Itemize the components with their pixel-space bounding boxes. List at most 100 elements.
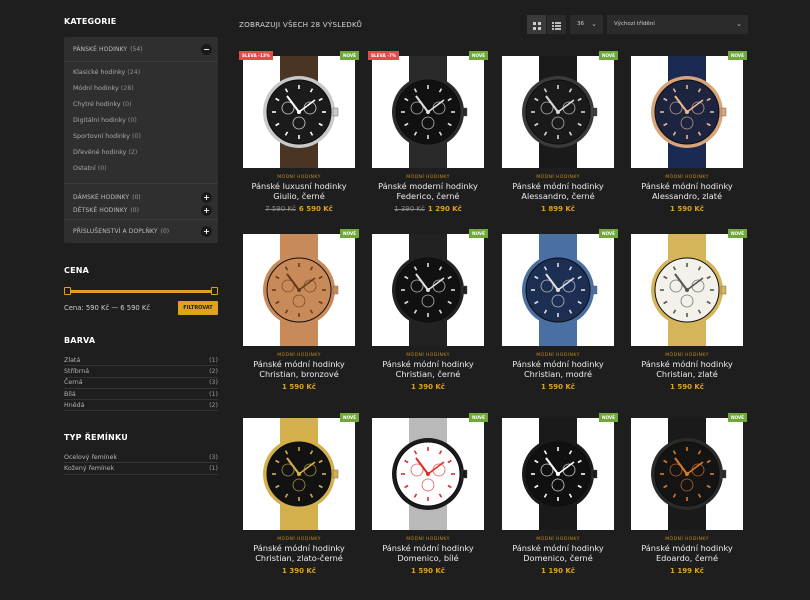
product-name[interactable]: Pánské módní hodinky Alessandro, černé (498, 181, 618, 201)
product-image[interactable] (372, 56, 484, 168)
product-name[interactable]: Pánské módní hodinky Alessandro, zlaté (627, 181, 747, 201)
current-price: 1 590 Kč (541, 383, 575, 391)
color-filter-list: Zlatá (1) Stříbrná (2) Černá (3) Bílá (1) Hn… (64, 355, 218, 412)
strap-filter-list: Ocelový řemínek (3) Kožený řemínek (1) (64, 452, 218, 475)
product-name[interactable]: Pánské módní hodinky Edoardo, černé (627, 543, 747, 563)
product-image[interactable] (372, 418, 484, 530)
product-image[interactable] (243, 234, 355, 346)
product-category[interactable]: MÓDNÍ HODINKY (372, 175, 484, 180)
color-filter-black[interactable]: Černá (3) (64, 378, 218, 389)
filter-count: (3) (209, 453, 218, 461)
subcategory-wood[interactable]: Dřevěné hodinky (2) (73, 149, 137, 156)
grid-view-button[interactable] (527, 15, 546, 34)
price-slider-min-handle[interactable] (64, 287, 71, 295)
filter-button[interactable]: FILTROVAT (178, 301, 218, 315)
product-category[interactable]: MÓDNÍ HODINKY (243, 537, 355, 542)
watch-illustration (392, 56, 468, 168)
subcategory-label: Klasické hodinky (73, 69, 126, 76)
color-title: BARVA (64, 336, 96, 345)
product-card[interactable]: SLEVA -7% NOVÉ MÓDNÍ HODINKY Pánské moderní… (368, 51, 488, 221)
product-name[interactable]: Pánské módní hodinky Christian, zlaté (627, 359, 747, 379)
product-image[interactable] (631, 234, 743, 346)
product-card[interactable]: NOVÉ MÓDNÍ HODINKY Pánské módní hodinky Ch… (368, 229, 488, 399)
subcategory-classic[interactable]: Klasické hodinky (24) (73, 69, 140, 76)
product-image[interactable] (372, 234, 484, 346)
product-card[interactable]: NOVÉ MÓDNÍ HODINKY Pánské módní hodinky Ch… (498, 229, 618, 399)
strap-filter-leather[interactable]: Kožený řemínek (1) (64, 463, 218, 475)
product-category[interactable]: MÓDNÍ HODINKY (502, 353, 614, 358)
expand-icon[interactable]: + (201, 204, 212, 216)
product-name[interactable]: Pánské módní hodinky Christian, modré (498, 359, 618, 379)
product-image[interactable] (243, 56, 355, 168)
expand-icon[interactable]: + (201, 225, 212, 237)
color-filter-brown[interactable]: Hnědá (2) (64, 400, 218, 412)
product-card[interactable]: NOVÉ MÓDNÍ HODINKY Pánské módní hodinky Ed… (627, 413, 747, 583)
sort-select[interactable]: Výchozí třídění ⌄ (607, 15, 748, 34)
subcategory-count: (0) (131, 133, 141, 140)
color-filter-gold[interactable]: Zlatá (1) (64, 355, 218, 367)
product-card[interactable]: NOVÉ MÓDNÍ HODINKY Pánské módní hodinky Do… (498, 413, 618, 583)
product-name[interactable]: Pánské módní hodinky Domenico, bílé (368, 543, 488, 563)
category-women-watches[interactable]: DÁMSKÉ HODINKY (0) + (73, 191, 212, 203)
product-image[interactable] (631, 418, 743, 530)
subcategory-other[interactable]: Ostatní (0) (73, 165, 107, 172)
product-image[interactable] (502, 418, 614, 530)
category-men-watches[interactable]: PÁNSKÉ HODINKY (54) − (73, 43, 212, 55)
category-kids-watches[interactable]: DĚTSKÉ HODINKY (0) + (73, 204, 212, 216)
filter-label: Hnědá (64, 401, 85, 409)
product-card[interactable]: SLEVA -13% NOVÉ MÓDNÍ HODINKY Pánské luxusn… (239, 51, 359, 221)
product-category[interactable]: MÓDNÍ HODINKY (372, 353, 484, 358)
filter-label: Zlatá (64, 356, 81, 364)
product-category[interactable]: MÓDNÍ HODINKY (631, 537, 743, 542)
subcategory-label: Sportovní hodinky (73, 133, 130, 140)
product-image[interactable] (243, 418, 355, 530)
product-category[interactable]: MÓDNÍ HODINKY (243, 175, 355, 180)
product-name[interactable]: Pánské módní hodinky Domenico, černé (498, 543, 618, 563)
product-name[interactable]: Pánské módní hodinky Christian, bronzové (239, 359, 359, 379)
current-price: 1 899 Kč (541, 205, 575, 213)
subcategory-smart[interactable]: Chytré hodinky (0) (73, 101, 132, 108)
product-name[interactable]: Pánské módní hodinky Christian, černé (368, 359, 488, 379)
watch-illustration (651, 234, 727, 346)
product-image[interactable] (631, 56, 743, 168)
subcategory-fashion[interactable]: Módní hodinky (28) (73, 85, 134, 92)
expand-icon[interactable]: + (201, 191, 212, 203)
subcategory-digital[interactable]: Digitální hodinky (0) (73, 117, 137, 124)
product-card[interactable]: NOVÉ MÓDNÍ HODINKY Pánské módní hodinky Do… (368, 413, 488, 583)
color-filter-white[interactable]: Bílá (1) (64, 389, 218, 401)
list-view-button[interactable] (547, 15, 566, 34)
current-price: 1 290 Kč (427, 205, 462, 213)
product-category[interactable]: MÓDNÍ HODINKY (631, 175, 743, 180)
price-slider-track[interactable] (66, 290, 216, 293)
chevron-down-icon: ⌄ (736, 20, 742, 28)
product-card[interactable]: NOVÉ MÓDNÍ HODINKY Pánské módní hodinky Al… (498, 51, 618, 221)
product-name[interactable]: Pánské luxusní hodinky Giulio, černé (239, 181, 359, 201)
collapse-icon[interactable]: − (201, 43, 212, 55)
watch-illustration (392, 418, 468, 530)
product-card[interactable]: NOVÉ MÓDNÍ HODINKY Pánské módní hodinky Ch… (239, 229, 359, 399)
divider (64, 61, 218, 62)
product-name[interactable]: Pánské moderní hodinky Federico, černé (368, 181, 488, 201)
color-filter-silver[interactable]: Stříbrná (2) (64, 366, 218, 378)
product-image[interactable] (502, 234, 614, 346)
category-accessories[interactable]: PŘÍSLUŠENSTVÍ A DOPLŇKY (0) + (73, 225, 212, 237)
product-price: 1 390 Kč (368, 383, 488, 391)
product-name[interactable]: Pánské módní hodinky Christian, zlato-če… (239, 543, 359, 563)
product-image[interactable] (502, 56, 614, 168)
watch-illustration (263, 234, 339, 346)
product-category[interactable]: MÓDNÍ HODINKY (372, 537, 484, 542)
product-category[interactable]: MÓDNÍ HODINKY (502, 537, 614, 542)
price-slider-max-handle[interactable] (211, 287, 218, 295)
product-category[interactable]: MÓDNÍ HODINKY (243, 353, 355, 358)
product-category[interactable]: MÓDNÍ HODINKY (631, 353, 743, 358)
strap-filter-steel[interactable]: Ocelový řemínek (3) (64, 452, 218, 464)
category-label: DĚTSKÉ HODINKY (73, 206, 128, 214)
product-card[interactable]: NOVÉ MÓDNÍ HODINKY Pánské módní hodinky Al… (627, 51, 747, 221)
price-range-text: Cena: 590 Kč — 6 590 Kč (64, 304, 151, 312)
product-card[interactable]: NOVÉ MÓDNÍ HODINKY Pánské módní hodinky Ch… (239, 413, 359, 583)
product-category[interactable]: MÓDNÍ HODINKY (502, 175, 614, 180)
subcategory-sport[interactable]: Sportovní hodinky (0) (73, 133, 141, 140)
divider (64, 219, 218, 220)
per-page-select[interactable]: 36 ⌄ (570, 15, 603, 34)
product-card[interactable]: NOVÉ MÓDNÍ HODINKY Pánské módní hodinky Ch… (627, 229, 747, 399)
